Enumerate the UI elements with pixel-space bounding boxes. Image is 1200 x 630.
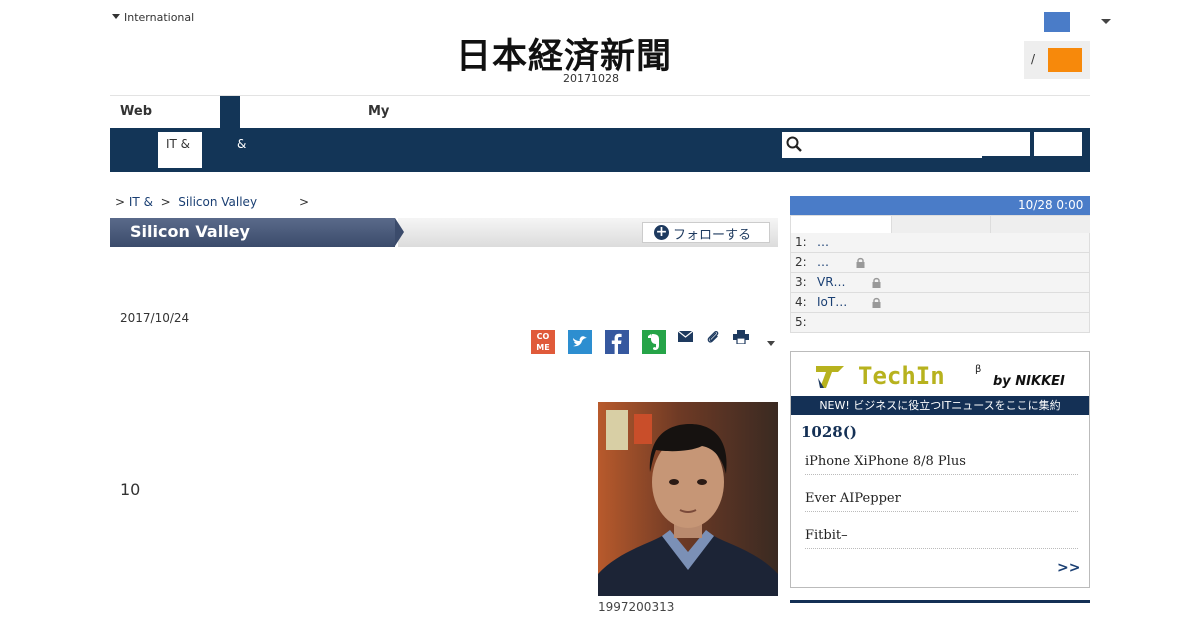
promo-item[interactable]: Fitbit– xyxy=(805,528,1078,549)
chevron-down-icon[interactable] xyxy=(1101,19,1111,24)
evernote-icon[interactable] xyxy=(642,330,666,354)
tab-web[interactable]: Web xyxy=(120,104,152,119)
ranking-rank: 4: xyxy=(795,295,807,309)
international-label: International xyxy=(124,11,195,24)
plus-icon[interactable]: + xyxy=(654,225,669,240)
region-flag-button[interactable] xyxy=(1044,12,1070,32)
breadcrumb-separator: > xyxy=(115,195,126,209)
ranking-row[interactable]: 1: … xyxy=(790,233,1090,253)
search-icon[interactable] xyxy=(786,136,802,152)
login-separator: / xyxy=(1031,52,1036,66)
section-rule xyxy=(790,600,1090,603)
techin-logo[interactable]: TechIn β by NIKKEI xyxy=(814,358,1070,392)
lock-icon xyxy=(856,257,865,268)
promo-item[interactable]: Ever AIPepper xyxy=(805,491,1078,512)
tab-active[interactable] xyxy=(220,96,240,128)
nav-item-it-label: IT & xyxy=(166,137,191,151)
lock-icon xyxy=(872,297,881,308)
mail-icon[interactable] xyxy=(678,331,693,342)
ranking-rank: 2: xyxy=(795,255,807,269)
breadcrumb-silicon-valley[interactable]: Silicon Valley xyxy=(178,195,257,209)
ranking-title[interactable]: … xyxy=(817,255,829,269)
ranking-rank: 1: xyxy=(795,235,807,249)
lock-icon xyxy=(872,277,881,288)
signup-button[interactable] xyxy=(1048,48,1082,72)
promo-item[interactable]: iPhone XiPhone 8/8 Plus xyxy=(805,454,1078,475)
come-icon[interactable]: CO ME xyxy=(531,330,555,354)
nav-item-it[interactable]: IT & xyxy=(158,132,202,168)
edition-date: 20171028 xyxy=(563,72,619,85)
breadcrumb-it[interactable]: IT & xyxy=(129,195,153,209)
caret-down-icon xyxy=(112,14,120,19)
nav-item-amp[interactable]: & xyxy=(237,137,246,151)
search-option-button[interactable] xyxy=(1034,132,1082,156)
ranking-title[interactable]: IoT… xyxy=(817,295,847,309)
techin-logo-sup: β xyxy=(975,364,981,375)
ranking-tab-3[interactable] xyxy=(990,216,1090,233)
ranking-title[interactable]: … xyxy=(817,235,829,249)
facebook-icon[interactable] xyxy=(605,330,629,354)
share-more-caret-icon[interactable] xyxy=(767,341,775,346)
article-date: 2017/10/24 xyxy=(120,311,190,325)
come-label: CO ME xyxy=(536,332,550,352)
techin-logo-text: TechIn xyxy=(858,362,945,390)
print-icon[interactable] xyxy=(733,330,749,344)
logo-text: 日本経済新聞 xyxy=(456,36,673,77)
article-body: 10 xyxy=(120,480,141,499)
follow-label[interactable]: フォローする xyxy=(673,224,751,243)
ranking-row[interactable]: 5: xyxy=(790,313,1090,333)
tab-my[interactable]: My xyxy=(368,104,389,119)
breadcrumb: > IT & > Silicon Valley > xyxy=(115,195,309,209)
header-divider xyxy=(110,95,1090,96)
ranking-tabs xyxy=(790,215,1090,234)
ranking-rank: 3: xyxy=(795,275,807,289)
promo-banner: NEW! ビジネスに役立つITニュースをここに集約 xyxy=(791,396,1089,415)
ranking-row[interactable]: 2: … xyxy=(790,253,1090,273)
ranking-row[interactable]: 4: IoT… xyxy=(790,293,1090,313)
ranking-tab-2[interactable] xyxy=(891,216,990,233)
search-button[interactable] xyxy=(982,132,1030,156)
breadcrumb-separator: > xyxy=(160,195,171,209)
clip-icon[interactable] xyxy=(706,329,720,344)
article-photo xyxy=(598,402,778,596)
promo-more-link[interactable]: >> xyxy=(1057,560,1080,576)
photo-caption: 1997200313 xyxy=(598,600,675,614)
ranking-rank: 5: xyxy=(795,315,807,329)
topic-title: Silicon Valley xyxy=(130,222,250,241)
search-input[interactable] xyxy=(782,132,982,158)
breadcrumb-separator: > xyxy=(299,195,310,209)
topic-band-arrow xyxy=(395,218,404,246)
nikkei-logo[interactable]: 日本経済新聞 xyxy=(456,28,746,77)
twitter-icon[interactable] xyxy=(568,330,592,354)
international-menu[interactable]: International xyxy=(112,11,194,24)
ranking-title[interactable]: VR… xyxy=(817,275,846,289)
ranking-row[interactable]: 3: VR… xyxy=(790,273,1090,293)
promo-date-heading: 1028() xyxy=(801,423,857,441)
ranking-time: 10/28 0:00 xyxy=(1018,198,1084,212)
techin-logo-by: by NIKKEI xyxy=(993,374,1065,389)
